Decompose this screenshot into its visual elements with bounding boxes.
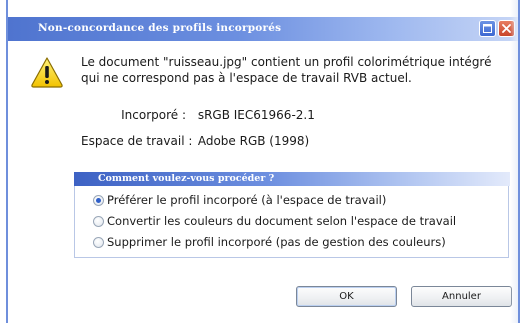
ok-button[interactable]: OK	[296, 286, 397, 307]
profile-mismatch-dialog: Non-concordance des profils incorporés L…	[6, 0, 520, 323]
dialog-title: Non-concordance des profils incorporés	[38, 22, 282, 34]
options-group-title: Comment voulez-vous procéder ?	[98, 173, 275, 184]
workspace-value: Adobe RGB (1998)	[197, 134, 310, 148]
cancel-button[interactable]: Annuler	[411, 286, 512, 307]
option-discard-label: Supprimer le profil incorporé (pas de ge…	[107, 235, 446, 249]
embedded-value: sRGB IEC61966-2.1	[197, 108, 315, 122]
workspace-label: Espace de travail :	[81, 134, 193, 148]
radio-keep-embedded[interactable]	[93, 194, 104, 206]
close-icon	[502, 24, 511, 33]
embedded-label: Incorporé :	[121, 108, 186, 122]
options-group-header: Comment voulez-vous procéder ?	[74, 172, 510, 186]
warning-icon	[31, 57, 63, 88]
maximize-button[interactable]	[479, 20, 496, 37]
option-discard[interactable]: Supprimer le profil incorporé (pas de ge…	[93, 234, 446, 250]
embedded-profile-row: Incorporé : sRGB IEC61966-2.1	[81, 108, 315, 122]
maximize-icon	[483, 24, 492, 33]
option-keep-embedded[interactable]: Préférer le profil incorporé (à l'espace…	[93, 192, 386, 208]
title-bar[interactable]: Non-concordance des profils incorporés	[8, 17, 518, 41]
close-button[interactable]	[498, 20, 515, 37]
option-keep-embedded-label: Préférer le profil incorporé (à l'espace…	[107, 193, 387, 207]
radio-discard[interactable]	[93, 236, 104, 248]
radio-convert[interactable]	[93, 215, 104, 227]
dialog-body: Le document "ruisseau.jpg" contient un p…	[8, 41, 518, 323]
option-convert-label: Convertir les couleurs du document selon…	[107, 214, 457, 228]
option-convert[interactable]: Convertir les couleurs du document selon…	[93, 213, 456, 229]
options-group: Comment voulez-vous procéder ? Préférer …	[74, 172, 510, 258]
message-text: Le document "ruisseau.jpg" contient un p…	[81, 55, 492, 85]
workspace-profile-row: Espace de travail : Adobe RGB (1998)	[81, 134, 309, 148]
